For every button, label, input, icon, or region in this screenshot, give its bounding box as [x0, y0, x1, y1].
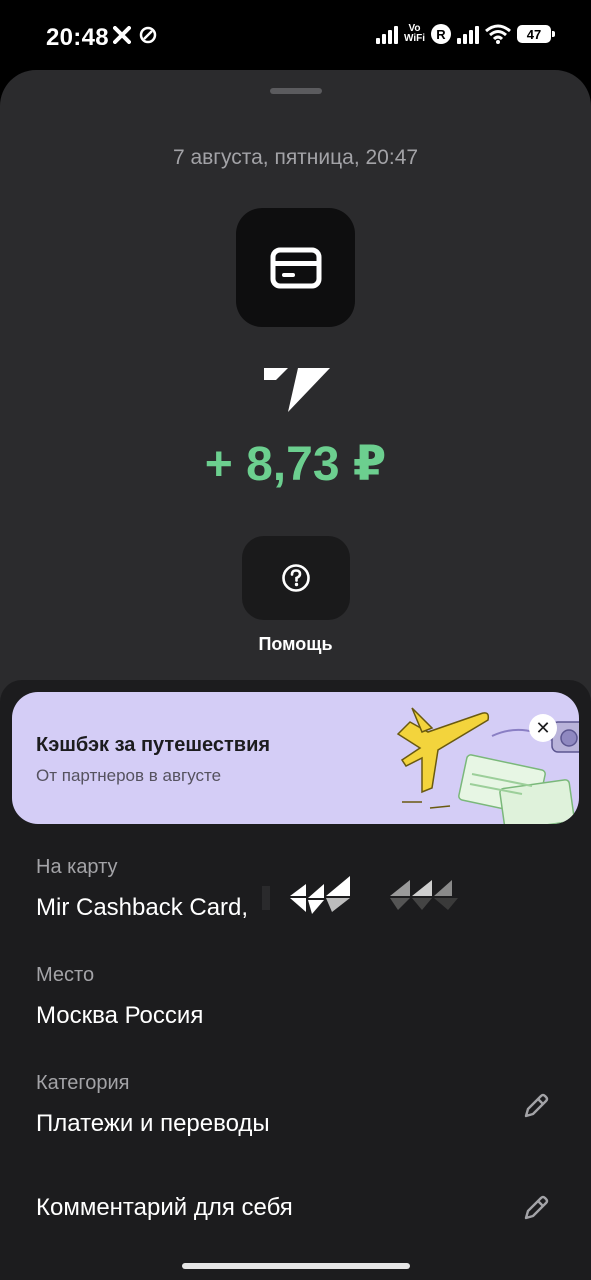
- signal-icon: [457, 24, 479, 44]
- status-time: 20:48: [46, 24, 109, 51]
- place-value: Москва Россия: [36, 1002, 204, 1029]
- question-circle-icon: [282, 564, 310, 592]
- category-value[interactable]: Платежи и переводы: [36, 1110, 270, 1138]
- status-bar: 20:48 Vo WiFi R 47: [0, 0, 591, 70]
- transaction-datetime: 7 августа, пятница, 20:47: [172, 146, 419, 169]
- home-indicator[interactable]: [182, 1263, 410, 1269]
- help-button[interactable]: [242, 536, 350, 620]
- promo-banner[interactable]: Кэшбэк за путешествия От партнеров в авг…: [12, 692, 579, 824]
- travel-illustration: [396, 707, 579, 824]
- masked-card-number: [262, 876, 458, 914]
- card-label: На карту: [36, 856, 118, 878]
- card-value: Mir Cashback Card,: [36, 894, 249, 921]
- roaming-icon: R: [431, 24, 451, 44]
- status-right-icons: Vo WiFi R 47: [375, 23, 555, 44]
- close-icon[interactable]: ✕: [529, 714, 557, 742]
- battery-icon: 47: [517, 25, 555, 43]
- status-left-icons: [113, 26, 157, 44]
- help-label: Помощь: [258, 634, 333, 654]
- signal-icon: [375, 24, 398, 44]
- sheet-grabber[interactable]: [270, 88, 322, 94]
- x-icon: [113, 26, 131, 44]
- pencil-icon[interactable]: [520, 1090, 552, 1122]
- place-label: Место: [36, 964, 95, 986]
- vowifi-icon: Vo WiFi: [403, 23, 425, 44]
- wifi-icon: [485, 24, 511, 44]
- category-tile: [236, 208, 355, 327]
- credit-card-icon: [270, 247, 321, 288]
- no-disturb-icon: [139, 26, 157, 44]
- merchant-logo: [264, 368, 330, 412]
- details-panel: Кэшбэк за путешествия От партнеров в авг…: [0, 680, 591, 1280]
- promo-subtitle: От партнеров в августе: [36, 766, 222, 785]
- category-label: Категория: [36, 1072, 130, 1094]
- pencil-icon[interactable]: [520, 1192, 552, 1224]
- promo-title: Кэшбэк за путешествия: [36, 734, 271, 756]
- transaction-sheet: 7 августа, пятница, 20:47 + 8,73 ₽ Помощ…: [0, 70, 591, 1280]
- transaction-amount: + 8,73 ₽: [204, 438, 387, 491]
- comment-label[interactable]: Комментарий для себя: [36, 1194, 293, 1222]
